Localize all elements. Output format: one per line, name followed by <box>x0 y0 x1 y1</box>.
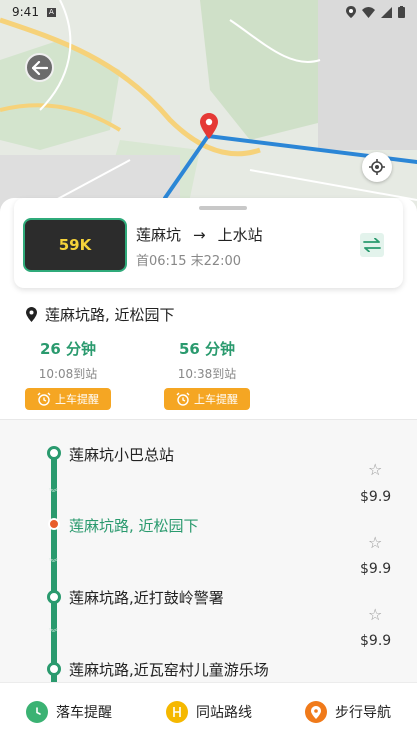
swap-icon <box>363 238 381 252</box>
list-item[interactable]: 莲麻坑小巴总站 ☆ $9.9 <box>0 440 417 510</box>
list-item[interactable]: 莲麻坑路,近打鼓岭警署 ☆ $9.9 <box>0 585 417 655</box>
stop-name: 莲麻坑路,近打鼓岭警署 <box>69 589 224 607</box>
clock-icon <box>26 701 48 723</box>
battery-icon <box>398 6 405 18</box>
swap-direction-button[interactable] <box>360 233 384 257</box>
stop-fare: $9.9 <box>360 489 392 505</box>
route-number-badge: 59K <box>23 218 127 272</box>
alight-reminder-button[interactable]: 落车提醒 <box>26 701 112 723</box>
eta-minutes: 26 分钟 <box>39 340 97 358</box>
status-time: 9:41 <box>12 5 39 19</box>
board-reminder-button[interactable]: 上车提醒 <box>164 388 250 410</box>
board-reminder-label: 上车提醒 <box>55 393 99 406</box>
stop-name: 莲麻坑小巴总站 <box>69 446 175 464</box>
alight-reminder-label: 落车提醒 <box>56 705 112 721</box>
route-icon <box>166 701 188 723</box>
eta-card: 56 分钟 10:38到站 上车提醒 <box>157 338 257 410</box>
route-header-card: 59K 莲麻坑 → 上水站 首06:15 末22:00 <box>14 198 403 288</box>
list-item[interactable]: 莲麻坑路,近瓦窑村儿童游乐场 <box>0 658 417 682</box>
stop-list[interactable]: ︾ ︾ ︾ 莲麻坑小巴总站 ☆ $9.9 莲麻坑路, 近松园下 ☆ $9.9 莲… <box>0 420 417 682</box>
status-icons <box>346 6 405 18</box>
route-arrow: → <box>193 225 206 244</box>
star-icon[interactable]: ☆ <box>368 605 382 624</box>
walk-pin-icon <box>305 701 327 723</box>
star-icon[interactable]: ☆ <box>368 533 382 552</box>
current-stop-dot <box>48 518 60 530</box>
board-reminder-label: 上车提醒 <box>194 393 238 406</box>
route-to: 上水站 <box>217 226 263 244</box>
route-title: 莲麻坑 → 上水站 <box>136 224 263 245</box>
same-stop-routes-label: 同站路线 <box>196 705 252 721</box>
arrow-left-icon <box>31 60 48 75</box>
crosshair-icon <box>369 159 385 175</box>
status-bar: 9:41 A <box>0 0 417 24</box>
star-icon[interactable]: ☆ <box>368 460 382 479</box>
signal-icon <box>381 6 392 18</box>
route-hours: 首06:15 末22:00 <box>136 254 242 269</box>
drag-handle[interactable] <box>199 206 247 210</box>
eta-card: 26 分钟 10:08到站 上车提醒 <box>18 338 118 410</box>
stop-marker-icon <box>200 113 218 139</box>
wifi-icon <box>362 6 375 18</box>
eta-arrival: 10:08到站 <box>38 367 98 381</box>
route-from: 莲麻坑 <box>136 226 182 244</box>
route-sheet: 59K 莲麻坑 → 上水站 首06:15 末22:00 莲麻坑路, 近松园下 2… <box>0 198 417 741</box>
same-stop-routes-button[interactable]: 同站路线 <box>166 701 252 723</box>
stop-dot <box>47 590 61 604</box>
location-status-icon <box>346 6 356 18</box>
bottom-action-bar: 落车提醒 同站路线 步行导航 <box>0 682 417 741</box>
walking-navigation-label: 步行导航 <box>335 705 391 721</box>
board-reminder-button[interactable]: 上车提醒 <box>25 388 111 410</box>
walking-navigation-button[interactable]: 步行导航 <box>305 701 391 723</box>
location-pin-icon <box>26 307 37 322</box>
selected-stop: 莲麻坑路, 近松园下 <box>26 304 175 325</box>
alarm-clock-icon <box>176 392 190 406</box>
status-badge: A <box>46 7 56 17</box>
locate-me-button[interactable] <box>362 152 392 182</box>
stop-name: 莲麻坑路,近瓦窑村儿童游乐场 <box>69 661 269 679</box>
stop-fare: $9.9 <box>360 561 392 577</box>
list-item[interactable]: 莲麻坑路, 近松园下 ☆ $9.9 <box>0 512 417 582</box>
selected-stop-name: 莲麻坑路, 近松园下 <box>45 306 175 324</box>
stop-name: 莲麻坑路, 近松园下 <box>69 517 199 535</box>
eta-minutes: 56 分钟 <box>178 340 236 358</box>
alarm-clock-icon <box>37 392 51 406</box>
stop-dot <box>47 662 61 676</box>
stop-fare: $9.9 <box>360 633 392 649</box>
eta-arrival: 10:38到站 <box>177 367 237 381</box>
back-button[interactable] <box>25 53 54 82</box>
stop-dot <box>47 446 61 460</box>
